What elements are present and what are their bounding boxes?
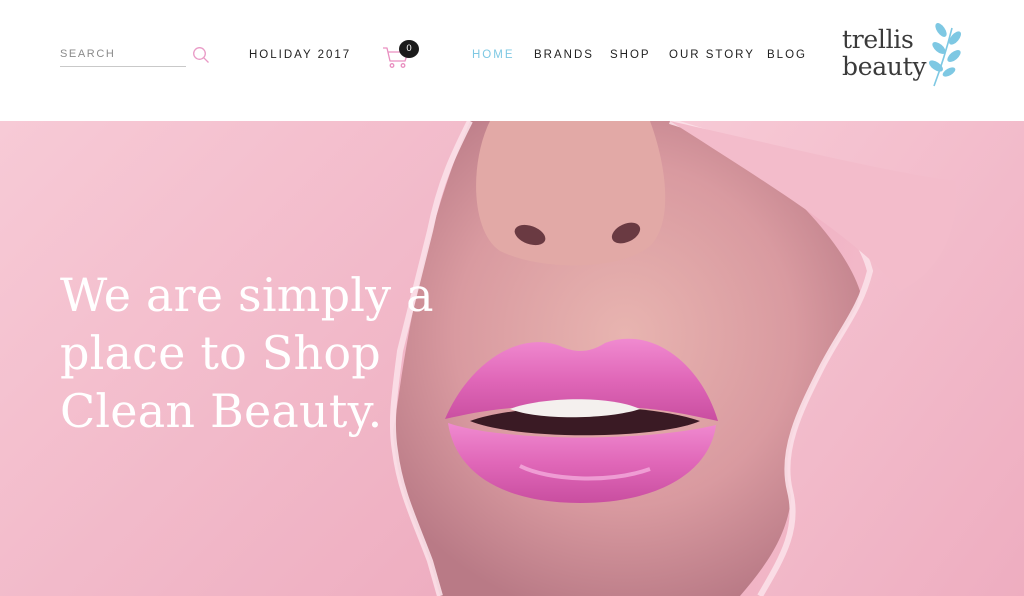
nav-brands[interactable]: BRANDS <box>534 47 594 63</box>
hero-banner: We are simply a place to Shop Clean Beau… <box>0 121 1024 596</box>
site-logo[interactable]: trellis beauty <box>840 20 970 92</box>
hero-headline: We are simply a place to Shop Clean Beau… <box>60 268 434 438</box>
logo-text-line2: beauty <box>842 52 927 81</box>
logo-text-line1: trellis <box>842 25 914 54</box>
nav-shop[interactable]: SHOP <box>610 47 651 63</box>
nav-blog[interactable]: BLOG <box>767 47 807 63</box>
cart-button[interactable]: 0 <box>380 40 422 70</box>
nav-home[interactable]: HOME <box>472 47 515 63</box>
search-box[interactable] <box>60 42 210 68</box>
leaf-branch-icon <box>929 23 961 87</box>
holiday-2017-link[interactable]: HOLIDAY 2017 <box>249 47 351 63</box>
site-header: HOLIDAY 2017 0 HOME BRANDS SHOP OUR STOR… <box>0 0 1024 121</box>
search-input[interactable] <box>60 42 186 67</box>
nose <box>476 121 666 266</box>
nav-our-story[interactable]: OUR STORY <box>669 47 755 63</box>
search-icon[interactable] <box>192 46 210 64</box>
cart-count-badge: 0 <box>399 40 419 58</box>
